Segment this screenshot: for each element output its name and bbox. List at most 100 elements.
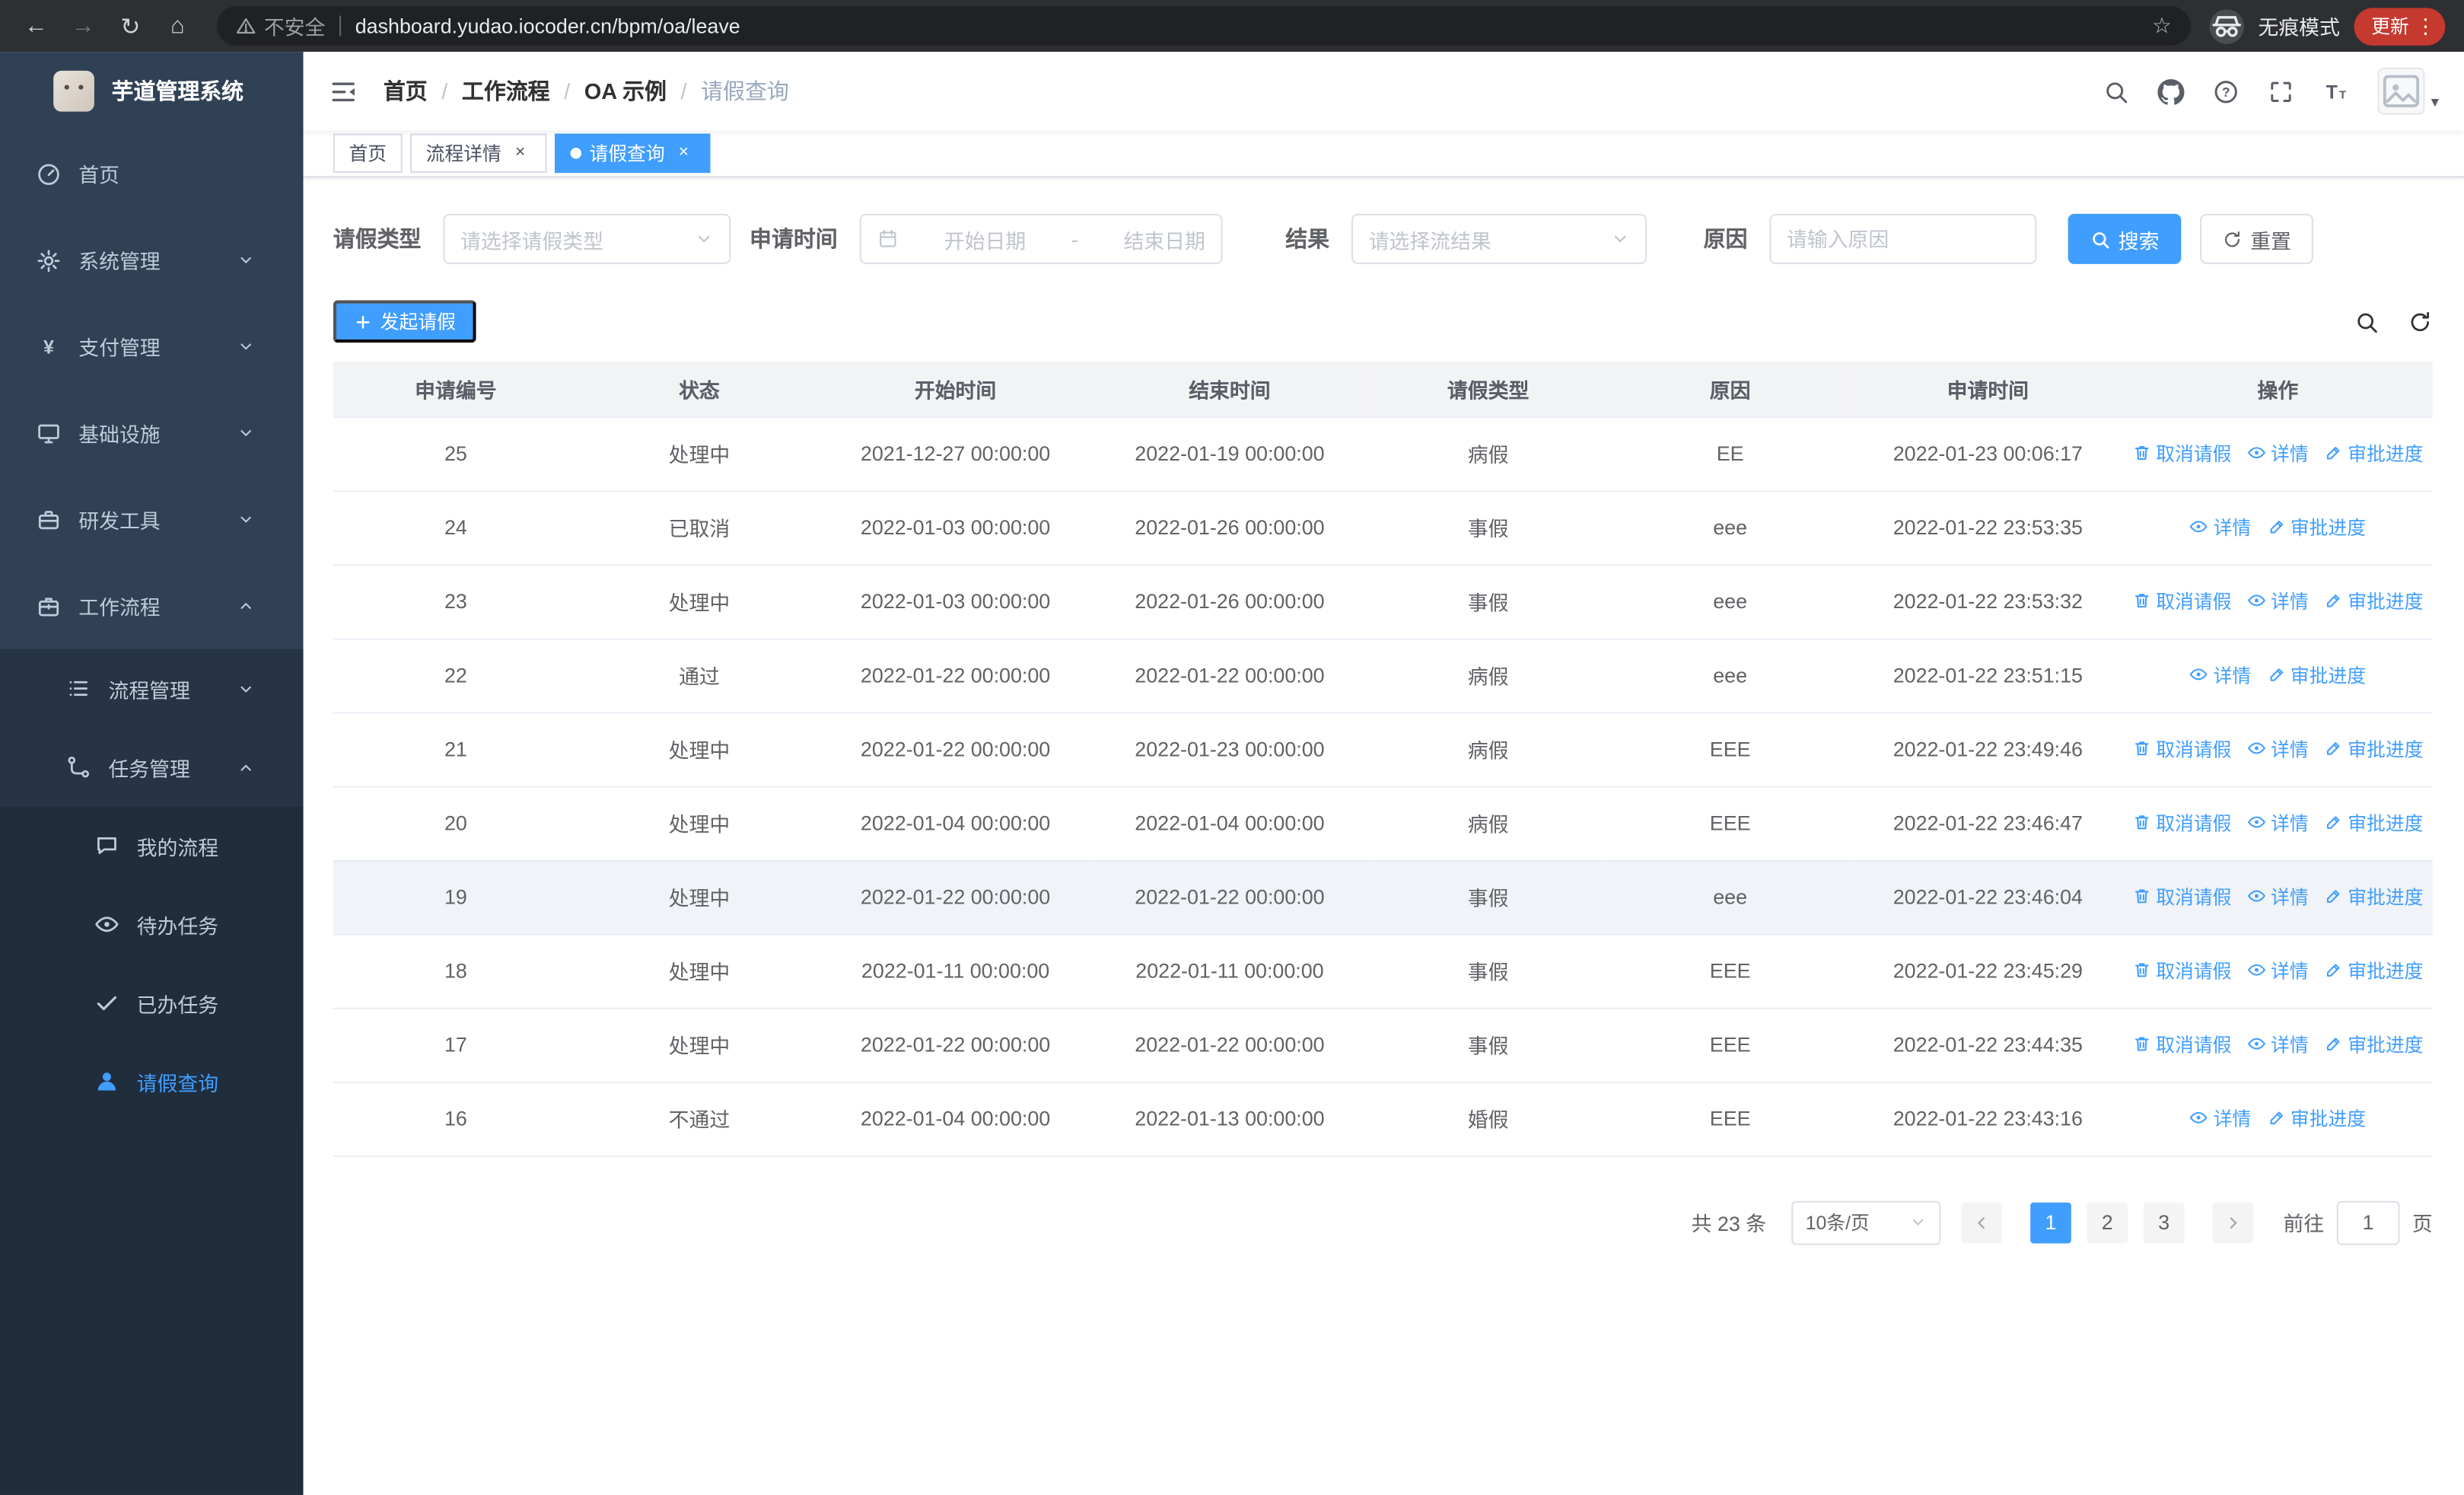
create-leave-button[interactable]: 发起请假 [333,300,476,343]
detail-icon [2247,961,2266,980]
reset-button[interactable]: 重置 [2200,213,2313,264]
breadcrumb-item[interactable]: 首页 [384,75,428,107]
avatar [2377,67,2425,115]
github-icon[interactable] [2157,78,2185,104]
goto-page-input[interactable] [2336,1200,2400,1245]
detail-action-link[interactable]: 详情 [2247,1031,2309,1057]
sidebar-item-workflow[interactable]: 工作流程 [0,563,304,649]
progress-action-link[interactable]: 审批进度 [2324,883,2423,910]
page-button-1[interactable]: 1 [2030,1201,2071,1243]
table-row[interactable]: 23 处理中 2022-01-03 00:00:00 2022-01-26 00:00… [333,564,2433,639]
result-select[interactable]: 请选择流结果 [1351,213,1647,264]
detail-action-link[interactable]: 详情 [2247,883,2309,910]
browser-reload-button[interactable]: ↻ [110,5,151,46]
prev-page-button[interactable] [1961,1201,2002,1243]
search-button[interactable]: 搜索 [2068,213,2182,264]
app-logo-row[interactable]: 芋道管理系统 [0,52,304,130]
sidebar-item-todo-tasks[interactable]: 待办任务 [0,885,304,964]
cell-actions: 详情 审批进度 [2122,490,2433,566]
fullscreen-icon[interactable] [2268,78,2294,104]
breadcrumb-item[interactable]: OA 示例 [584,75,667,107]
font-size-icon[interactable]: TT [2322,78,2349,104]
sidebar-item-task-management[interactable]: 任务管理 [0,728,304,807]
cancel-action-link[interactable]: 取消请假 [2132,883,2231,910]
page-size-select[interactable]: 10条/页 [1791,1200,1941,1245]
detail-action-link[interactable]: 详情 [2247,588,2309,614]
progress-action-link[interactable]: 审批进度 [2324,440,2423,467]
progress-action-link[interactable]: 审批进度 [2324,735,2423,762]
table-row[interactable]: 22 通过 2022-01-22 00:00:00 2022-01-22 00:00:… [333,638,2433,713]
browser-menu-icon[interactable]: ⋮ [2415,16,2436,37]
table-row[interactable]: 21 处理中 2022-01-22 00:00:00 2022-01-23 00:00… [333,712,2433,787]
progress-action-link[interactable]: 审批进度 [2324,588,2423,614]
cancel-action-link[interactable]: 取消请假 [2132,809,2231,836]
security-warning[interactable]: 不安全 [236,11,326,40]
next-page-button[interactable] [2212,1201,2254,1243]
table-row[interactable]: 19 处理中 2022-01-22 00:00:00 2022-01-22 00:00… [333,859,2433,935]
cancel-action-link[interactable]: 取消请假 [2132,1031,2231,1057]
help-icon[interactable]: ? [2213,78,2240,104]
browser-update-button[interactable]: 更新 ⋮ [2354,7,2446,45]
leave-type-select[interactable]: 请选择请假类型 [443,213,731,264]
bookmark-star-icon[interactable]: ☆ [2152,13,2172,40]
progress-icon [2267,665,2286,684]
sidebar-item-system-management[interactable]: 系统管理 [0,217,304,304]
chevron-down-icon [237,425,255,442]
breadcrumb-item: 请假查询 [701,78,789,104]
range-separator: - [1071,227,1078,251]
close-tab-icon[interactable]: × [509,142,531,164]
tab-process-detail[interactable]: 流程详情 × [410,133,547,174]
sidebar-item-my-processes[interactable]: 我的流程 [0,806,304,885]
sidebar-item-leave-query[interactable]: 请假查询 [0,1042,304,1121]
table-row[interactable]: 18 处理中 2022-01-11 00:00:00 2022-01-11 00:00… [333,933,2433,1009]
sidebar-fold-icon[interactable] [329,76,358,106]
cancel-action-link[interactable]: 取消请假 [2132,588,2231,614]
breadcrumb-item[interactable]: 工作流程 [462,75,550,107]
detail-action-link[interactable]: 详情 [2247,809,2309,836]
page-button-2[interactable]: 2 [2087,1201,2128,1243]
user-menu[interactable]: ▾ [2377,67,2439,115]
progress-action-link[interactable]: 审批进度 [2324,957,2423,983]
cell-leave-type: 事假 [1368,933,1608,1009]
detail-action-link[interactable]: 详情 [2247,735,2309,762]
browser-forward-button[interactable]: → [63,5,104,46]
progress-action-link[interactable]: 审批进度 [2267,661,2366,688]
detail-action-link[interactable]: 详情 [2190,661,2251,688]
progress-action-link[interactable]: 审批进度 [2267,514,2366,540]
refresh-table-icon[interactable] [2408,309,2433,334]
page-button-3[interactable]: 3 [2143,1201,2185,1243]
browser-home-button[interactable]: ⌂ [158,5,199,46]
detail-action-link[interactable]: 详情 [2190,514,2251,540]
sidebar-item-home[interactable]: 首页 [0,130,304,217]
table-row[interactable]: 25 处理中 2021-12-27 00:00:00 2022-01-19 00:00… [333,416,2433,492]
progress-action-link[interactable]: 审批进度 [2324,1031,2423,1057]
close-tab-icon[interactable]: × [673,142,695,164]
apply-time-range-picker[interactable]: 开始日期 - 结束日期 [859,213,1223,264]
cell-actions: 取消请假 详情 审批进度 [2122,859,2433,935]
tab-home[interactable]: 首页 [333,133,403,174]
address-bar[interactable]: 不安全 dashboard.yudao.iocoder.cn/bpm/oa/le… [216,6,2191,46]
cancel-action-link[interactable]: 取消请假 [2132,440,2231,467]
detail-action-link[interactable]: 详情 [2247,440,2309,467]
toggle-search-icon[interactable] [2354,309,2380,334]
sidebar-item-dev-tools[interactable]: 研发工具 [0,477,304,563]
detail-action-link[interactable]: 详情 [2247,957,2309,983]
table-row[interactable]: 20 处理中 2022-01-04 00:00:00 2022-01-04 00:00… [333,786,2433,861]
cancel-action-link[interactable]: 取消请假 [2132,735,2231,762]
sidebar-item-done-tasks[interactable]: 已办任务 [0,963,304,1043]
table-row[interactable]: 17 处理中 2022-01-22 00:00:00 2022-01-22 00:00… [333,1007,2433,1082]
table-row[interactable]: 24 已取消 2022-01-03 00:00:00 2022-01-26 00:00… [333,490,2433,566]
chevron-up-icon [237,758,255,776]
sidebar-item-infrastructure[interactable]: 基础设施 [0,390,304,477]
progress-action-link[interactable]: 审批进度 [2267,1105,2366,1131]
tab-leave-query[interactable]: 请假查询 × [555,133,711,174]
reason-input[interactable] [1787,227,2020,251]
sidebar-item-payment-management[interactable]: ¥ 支付管理 [0,304,304,390]
search-icon[interactable] [2103,78,2129,104]
sidebar-item-process-management[interactable]: 流程管理 [0,649,304,728]
detail-action-link[interactable]: 详情 [2190,1105,2251,1131]
cancel-action-link[interactable]: 取消请假 [2132,957,2231,983]
table-row[interactable]: 16 不通过 2022-01-04 00:00:00 2022-01-13 00:00… [333,1081,2433,1156]
browser-back-button[interactable]: ← [16,5,57,46]
progress-action-link[interactable]: 审批进度 [2324,809,2423,836]
